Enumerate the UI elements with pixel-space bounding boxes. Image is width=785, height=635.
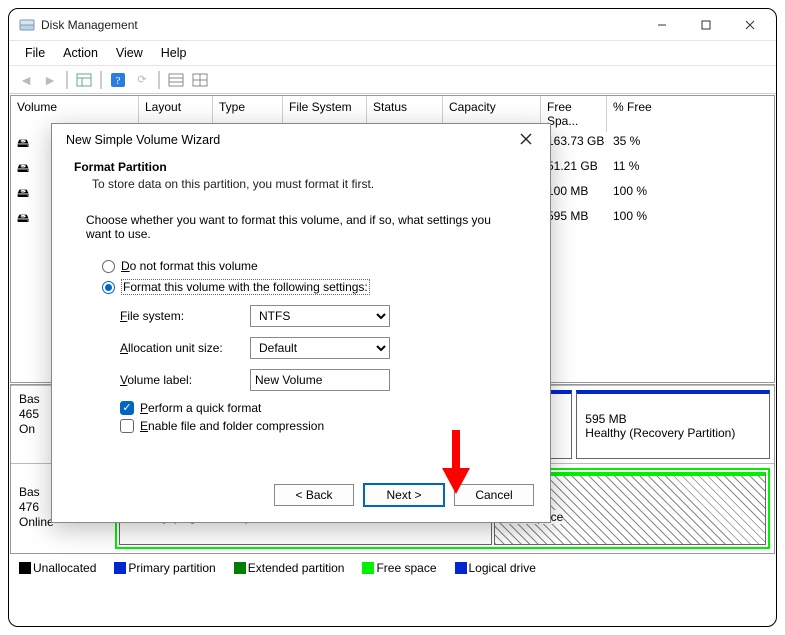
dialog-close-button[interactable]: [512, 132, 540, 148]
checkbox-label: Enable file and folder compression: [140, 419, 324, 433]
back-button[interactable]: < Back: [274, 484, 354, 506]
panes-icon[interactable]: [73, 69, 95, 91]
svg-text:?: ?: [116, 75, 121, 87]
volume-icon: 🖴: [17, 184, 33, 205]
toolbar-divider: [66, 71, 68, 89]
checkbox-icon: [120, 419, 134, 433]
legend-free: Free space: [362, 561, 442, 575]
col-pctfree[interactable]: % Free: [607, 96, 677, 132]
legend: Unallocated Primary partition Extended p…: [9, 555, 776, 581]
dialog-title: New Simple Volume Wizard: [66, 133, 512, 147]
partition-size: 595 MB: [585, 412, 761, 426]
menu-file[interactable]: File: [17, 43, 53, 63]
toolbar: ◄ ► ? ⟳: [9, 66, 776, 94]
close-button[interactable]: [728, 11, 772, 39]
label-allocation-unit: Allocation unit size:: [120, 341, 250, 355]
menu-view[interactable]: View: [108, 43, 151, 63]
radio-label: Format this volume with the following se…: [121, 279, 370, 295]
minimize-button[interactable]: [640, 11, 684, 39]
checkbox-enable-compression[interactable]: Enable file and folder compression: [120, 419, 516, 433]
legend-unallocated: Unallocated: [19, 561, 102, 575]
menu-action[interactable]: Action: [55, 43, 106, 63]
radio-do-not-format[interactable]: Do not format this volume: [102, 259, 516, 273]
dialog-instructions: Choose whether you want to format this v…: [86, 213, 516, 241]
cell-pct: 100 %: [607, 183, 677, 206]
input-volume-label[interactable]: [250, 369, 390, 391]
partition-recovery[interactable]: 595 MB Healthy (Recovery Partition): [576, 390, 770, 459]
volume-icon: 🖴: [17, 159, 33, 180]
cell-pct: 11 %: [607, 158, 677, 181]
radio-format-volume[interactable]: Format this volume with the following se…: [102, 279, 516, 295]
label-volume-label: Volume label:: [120, 373, 250, 387]
checkbox-quick-format[interactable]: Perform a quick format: [120, 401, 516, 415]
next-button[interactable]: Next >: [364, 484, 444, 506]
back-icon: ◄: [15, 69, 37, 91]
radio-icon: [102, 281, 115, 294]
disk-management-icon: [19, 17, 35, 33]
toolbar-divider: [158, 71, 160, 89]
toolbar-divider: [100, 71, 102, 89]
maximize-button[interactable]: [684, 11, 728, 39]
list-view-icon[interactable]: [165, 69, 187, 91]
checkbox-icon: [120, 401, 134, 415]
legend-extended: Extended partition: [234, 561, 351, 575]
detail-view-icon[interactable]: [189, 69, 211, 91]
window-title: Disk Management: [41, 18, 640, 32]
cell-pct: 35 %: [607, 133, 677, 156]
menubar: File Action View Help: [9, 41, 776, 66]
new-simple-volume-wizard: New Simple Volume Wizard Format Partitio…: [51, 123, 551, 523]
menu-help[interactable]: Help: [153, 43, 195, 63]
dialog-heading: Format Partition: [74, 160, 528, 174]
radio-label: o not format this volume: [130, 259, 258, 273]
cell-pct: 100 %: [607, 208, 677, 231]
select-allocation-unit[interactable]: Default: [250, 337, 390, 359]
dialog-subheading: To store data on this partition, you mus…: [74, 177, 528, 191]
forward-icon: ►: [39, 69, 61, 91]
legend-logical: Logical drive: [455, 561, 542, 575]
select-file-system[interactable]: NTFS: [250, 305, 390, 327]
legend-primary: Primary partition: [114, 561, 221, 575]
cancel-button[interactable]: Cancel: [454, 484, 534, 506]
partition-status: Healthy (Recovery Partition): [585, 426, 761, 440]
checkbox-label: Perform a quick format: [140, 401, 261, 415]
radio-icon: [102, 260, 115, 273]
volume-icon: 🖴: [17, 209, 33, 230]
help-icon[interactable]: ?: [107, 69, 129, 91]
volume-icon: 🖴: [17, 134, 33, 155]
refresh-icon[interactable]: ⟳: [131, 69, 153, 91]
titlebar: Disk Management: [9, 9, 776, 41]
label-file-system: File system:: [120, 309, 250, 323]
